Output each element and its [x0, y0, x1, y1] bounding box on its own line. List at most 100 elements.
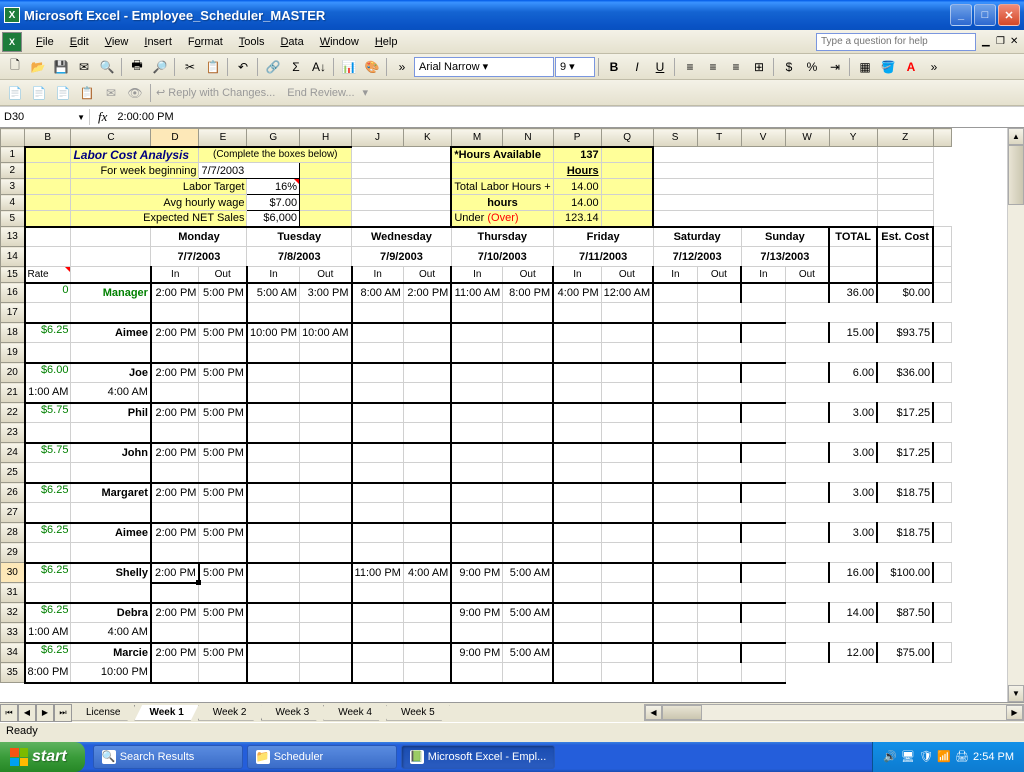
cell[interactable]: [300, 463, 352, 483]
row-header[interactable]: 2: [1, 163, 25, 179]
cell[interactable]: [199, 543, 247, 563]
cell[interactable]: [247, 363, 300, 383]
cell[interactable]: [352, 623, 404, 643]
formula-input[interactable]: 2:00:00 PM: [115, 109, 175, 125]
cell[interactable]: [553, 623, 601, 643]
cell[interactable]: [352, 463, 404, 483]
open-icon[interactable]: 📂: [27, 56, 49, 78]
tray-icon[interactable]: 🛡: [919, 750, 933, 764]
row-header[interactable]: 17: [1, 303, 25, 323]
cell[interactable]: [403, 523, 451, 543]
menu-tools[interactable]: Tools: [231, 33, 273, 51]
cell[interactable]: [247, 523, 300, 543]
cell[interactable]: [451, 623, 502, 643]
col-header[interactable]: D: [151, 129, 199, 147]
tab-nav-first-icon[interactable]: ⏮: [0, 704, 18, 722]
cell[interactable]: [553, 663, 601, 683]
cell[interactable]: 4:00 AM: [71, 383, 151, 403]
cell[interactable]: [697, 523, 741, 543]
cell[interactable]: [352, 323, 404, 343]
tray-icon[interactable]: 🖥: [901, 750, 915, 764]
cell[interactable]: [352, 443, 404, 463]
row-header[interactable]: 14: [1, 247, 25, 267]
cell[interactable]: [741, 483, 785, 503]
cell[interactable]: 5:00 AM: [503, 563, 553, 583]
cell[interactable]: 1:00 AM: [25, 383, 71, 403]
cell[interactable]: 5:00 PM: [199, 283, 247, 303]
cell[interactable]: [601, 463, 653, 483]
cell[interactable]: [601, 403, 653, 423]
cell[interactable]: [352, 383, 404, 403]
taskbar-item[interactable]: 📁Scheduler: [247, 745, 397, 769]
cell[interactable]: [653, 303, 697, 323]
cell[interactable]: [25, 343, 71, 363]
cell[interactable]: [352, 523, 404, 543]
row-header[interactable]: 35: [1, 663, 25, 683]
cell[interactable]: [601, 443, 653, 463]
cell[interactable]: [25, 303, 71, 323]
cell[interactable]: 9:00 PM: [451, 643, 502, 663]
cell[interactable]: [403, 303, 451, 323]
cell[interactable]: [697, 643, 741, 663]
mail-icon[interactable]: ✉: [73, 56, 95, 78]
clock[interactable]: 2:54 PM: [973, 751, 1014, 763]
cell[interactable]: [553, 563, 601, 583]
cell[interactable]: [247, 303, 300, 323]
cell[interactable]: [553, 643, 601, 663]
cell[interactable]: 8:00 AM: [352, 283, 404, 303]
cell[interactable]: [352, 663, 404, 683]
tray-icon[interactable]: 🔊: [883, 750, 897, 764]
row-header[interactable]: 21: [1, 383, 25, 403]
cell[interactable]: [601, 563, 653, 583]
cell[interactable]: [553, 483, 601, 503]
cell[interactable]: [352, 603, 404, 623]
cell[interactable]: [451, 423, 502, 443]
rev-icon2[interactable]: 📄: [28, 82, 50, 104]
cell[interactable]: [553, 523, 601, 543]
cell[interactable]: [352, 343, 404, 363]
rev-icon4[interactable]: 📋: [76, 82, 98, 104]
cell[interactable]: [151, 583, 199, 603]
cell[interactable]: [403, 383, 451, 403]
cell[interactable]: [653, 363, 697, 383]
cell[interactable]: [151, 463, 199, 483]
cell[interactable]: 11:00 AM: [451, 283, 502, 303]
rev-icon3[interactable]: 📄: [52, 82, 74, 104]
cell[interactable]: [300, 503, 352, 523]
cell[interactable]: [697, 663, 741, 683]
row-header[interactable]: 1: [1, 147, 25, 163]
cell[interactable]: [300, 363, 352, 383]
cell[interactable]: [785, 523, 829, 543]
cell[interactable]: [503, 403, 553, 423]
cell[interactable]: [71, 423, 151, 443]
cell[interactable]: [352, 543, 404, 563]
cell[interactable]: [247, 583, 300, 603]
cell[interactable]: [352, 423, 404, 443]
cell[interactable]: [503, 383, 553, 403]
cell[interactable]: [300, 443, 352, 463]
cell[interactable]: [503, 663, 553, 683]
cell[interactable]: [300, 543, 352, 563]
tab-nav-next-icon[interactable]: ▶: [36, 704, 54, 722]
borders-icon[interactable]: ▦: [854, 56, 876, 78]
align-right-icon[interactable]: ≡: [725, 56, 747, 78]
cell[interactable]: [352, 503, 404, 523]
cell[interactable]: [697, 483, 741, 503]
sheet-tab[interactable]: Week 5: [386, 705, 450, 721]
cell[interactable]: [71, 343, 151, 363]
cell[interactable]: [247, 483, 300, 503]
cell[interactable]: [25, 423, 71, 443]
scroll-up-icon[interactable]: ▲: [1008, 128, 1024, 145]
cell[interactable]: [199, 463, 247, 483]
col-header[interactable]: B: [25, 129, 71, 147]
fill-color-icon[interactable]: 🪣: [877, 56, 899, 78]
cell[interactable]: 5:00 AM: [503, 603, 553, 623]
cell[interactable]: [25, 543, 71, 563]
autosum-icon[interactable]: Σ: [285, 56, 307, 78]
print-icon[interactable]: 🖶: [126, 56, 148, 78]
cell[interactable]: [451, 323, 502, 343]
row-header[interactable]: 20: [1, 363, 25, 383]
col-header[interactable]: M: [451, 129, 502, 147]
vertical-scrollbar[interactable]: ▲ ▼: [1007, 128, 1024, 702]
cell[interactable]: 3:00 PM: [300, 283, 352, 303]
